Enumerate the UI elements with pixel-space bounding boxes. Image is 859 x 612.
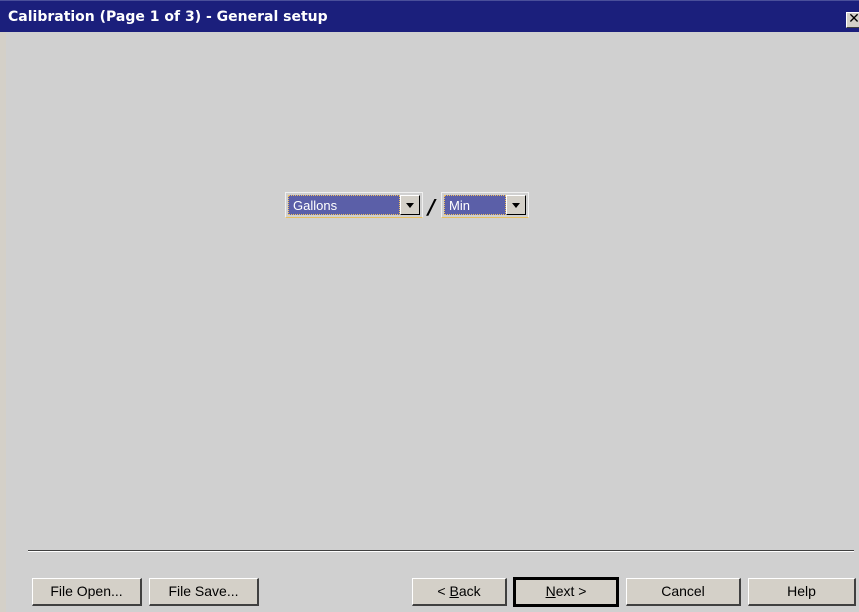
next-button[interactable]: Next > (513, 577, 619, 607)
back-mnemonic: B (449, 583, 459, 599)
file-open-button[interactable]: File Open... (32, 578, 142, 606)
time-unit-select[interactable]: Min (441, 192, 529, 218)
unit-separator: / (428, 195, 436, 219)
volume-unit-select[interactable]: Gallons (285, 192, 423, 218)
chevron-down-icon (406, 203, 414, 208)
back-label-rest: ack (458, 583, 481, 599)
title-bar[interactable]: Calibration (Page 1 of 3) - General setu… (0, 0, 859, 32)
close-icon: ✕ (848, 11, 859, 27)
close-button[interactable]: ✕ (846, 12, 859, 28)
dialog-body (6, 32, 859, 612)
footer-divider (28, 550, 854, 552)
time-unit-value: Min (444, 195, 506, 215)
window-title: Calibration (Page 1 of 3) - General setu… (8, 9, 328, 25)
cancel-button[interactable]: Cancel (626, 578, 741, 606)
volume-unit-dropdown-button[interactable] (400, 195, 420, 215)
back-label-prefix: < (437, 583, 450, 599)
back-button[interactable]: < Back (412, 578, 507, 606)
volume-unit-value: Gallons (288, 195, 400, 215)
help-button[interactable]: Help (748, 578, 856, 606)
next-label-rest: ext > (555, 583, 587, 599)
chevron-down-icon (512, 203, 520, 208)
next-mnemonic: N (545, 583, 556, 599)
file-save-button[interactable]: File Save... (149, 578, 259, 606)
calibration-dialog: Calibration (Page 1 of 3) - General setu… (0, 0, 859, 612)
time-unit-dropdown-button[interactable] (506, 195, 526, 215)
